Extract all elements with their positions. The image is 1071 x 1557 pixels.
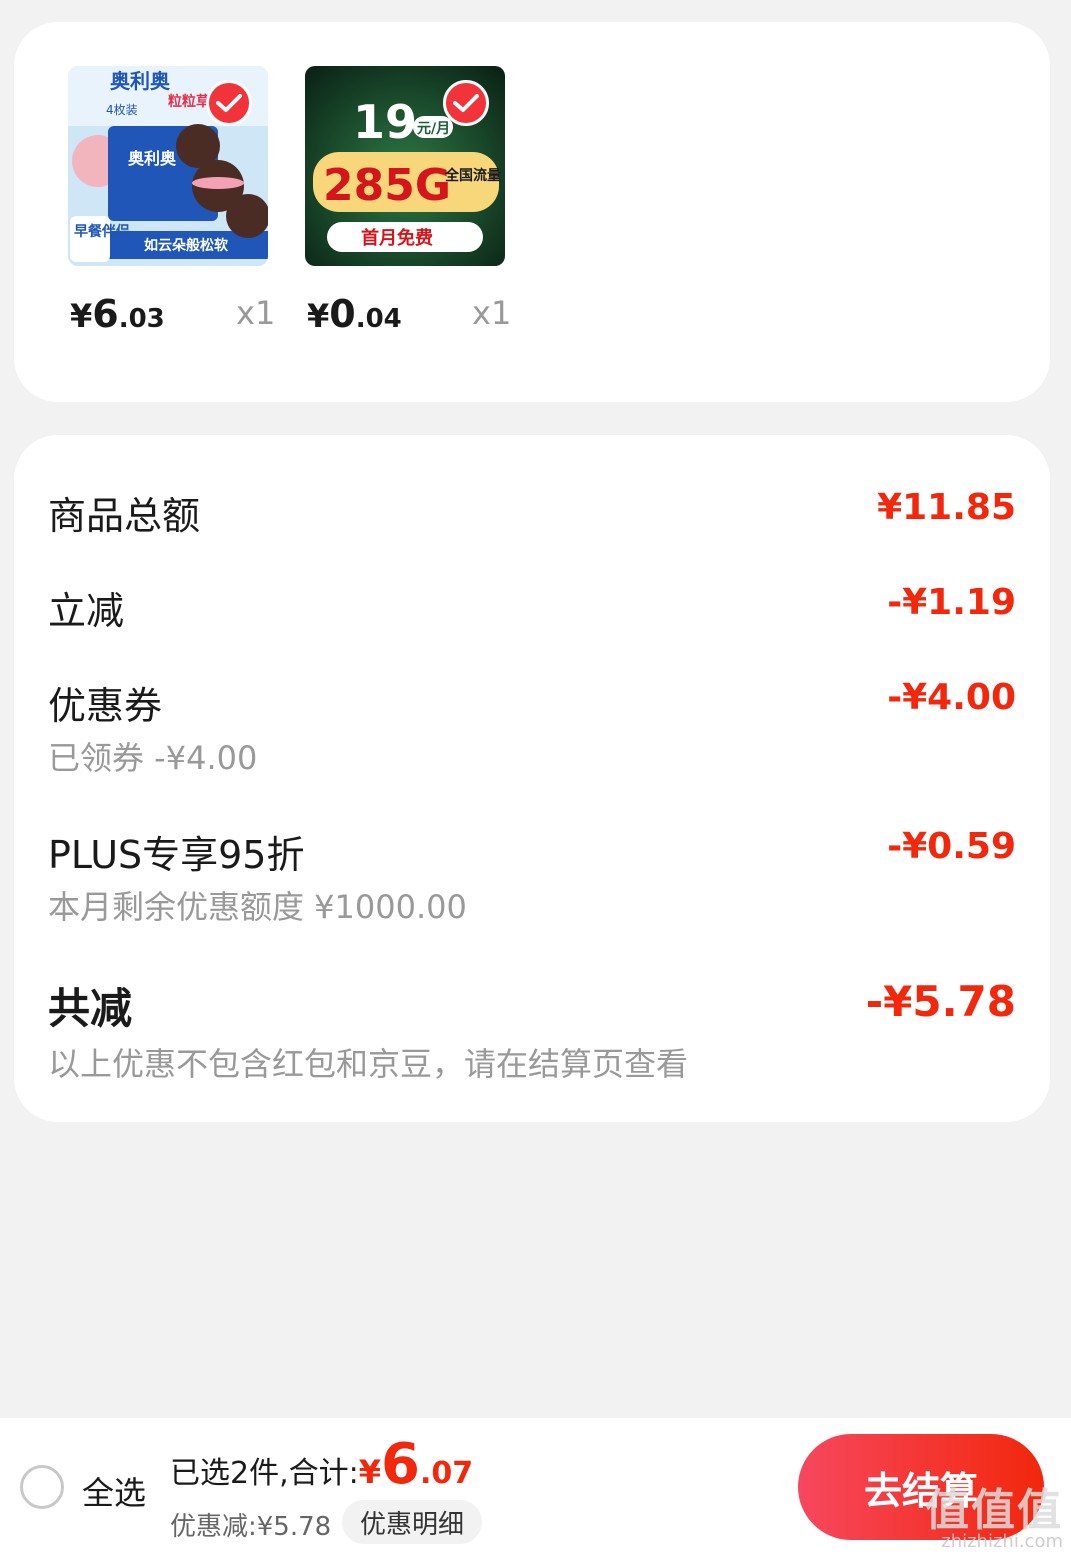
product-price: ¥6.03	[70, 292, 165, 336]
telecom-data-text: 285G	[323, 160, 451, 211]
coupon-amount: -¥4.00	[887, 677, 1016, 718]
instant-discount-label: 立减	[48, 589, 125, 633]
telecom-unit-text: 元/月	[417, 121, 450, 137]
price-summary-card: 商品总额 ¥11.85 立减 -¥1.19 优惠券 -¥4.00 已领券 -¥4…	[14, 435, 1050, 1122]
plus-discount-amount: -¥0.59	[887, 826, 1016, 867]
watermark-url: zhizhizhi.com	[941, 1531, 1063, 1552]
product-item[interactable]: 奥利奥 4枚装 粒粒草 奥利奥 早餐伴侣 如云朵般松软	[68, 66, 268, 266]
telecom-scope-text: 全国流量	[444, 167, 501, 184]
product-price: ¥0.04	[307, 292, 402, 336]
product-item[interactable]: 19 元/月 285G 全国流量 首月免费	[305, 66, 505, 266]
product-image-telecom[interactable]: 19 元/月 285G 全国流量 首月免费	[305, 66, 505, 266]
checkout-bar: 全选 已选2件,合计:¥6.07 优惠减:¥5.78 优惠明细 去结算 值值值 …	[0, 1418, 1071, 1557]
select-all-radio[interactable]	[20, 1465, 64, 1509]
telecom-promo-text: 首月免费	[361, 227, 433, 249]
selected-total: 已选2件,合计:¥6.07	[170, 1432, 474, 1497]
goods-total-label: 商品总额	[48, 494, 201, 538]
goods-total-amount: ¥11.85	[877, 487, 1016, 528]
watermark-logo: 值值值	[925, 1485, 1063, 1536]
selected-check-icon[interactable]	[443, 80, 489, 126]
oreo-brand-text: 奥利奥	[110, 69, 171, 93]
product-quantity: x1	[472, 294, 512, 332]
oreo-pack-text: 4枚装	[106, 102, 138, 117]
oreo-badge-text: 早餐伴侣	[74, 223, 130, 240]
plus-discount-label: PLUS专享95折	[48, 833, 305, 877]
discount-detail-button[interactable]: 优惠明细	[342, 1500, 482, 1544]
oreo-slogan-text: 如云朵般松软	[144, 237, 229, 254]
total-discount-note: 以上优惠不包含红包和京豆，请在结算页查看	[48, 1045, 689, 1083]
plus-discount-sub: 本月剩余优惠额度 ¥1000.00	[48, 888, 467, 926]
coupon-label: 优惠券	[48, 684, 163, 728]
oreo-flavor-text: 粒粒草	[168, 93, 210, 110]
selected-count-text: 已选2件,合计:	[170, 1456, 359, 1491]
product-image-oreo[interactable]: 奥利奥 4枚装 粒粒草 奥利奥 早餐伴侣 如云朵般松软	[68, 66, 268, 266]
discount-summary: 优惠减:¥5.78	[170, 1512, 332, 1542]
watermark: 值值值 zhizhizhi.com	[925, 1489, 1063, 1551]
total-discount-amount: -¥5.78	[865, 977, 1016, 1026]
oreo-box-brand-text: 奥利奥	[128, 149, 177, 168]
product-quantity: x1	[236, 294, 276, 332]
select-all-label[interactable]: 全选	[82, 1468, 146, 1514]
total-amount-dec: .07	[419, 1456, 474, 1491]
coupon-sub: 已领券 -¥4.00	[48, 739, 258, 777]
selected-check-icon[interactable]	[206, 80, 252, 126]
instant-discount-amount: -¥1.19	[887, 582, 1016, 623]
total-discount-label: 共减	[48, 984, 133, 1033]
telecom-price-text: 19	[353, 95, 417, 149]
selected-products-card: 奥利奥 4枚装 粒粒草 奥利奥 早餐伴侣 如云朵般松软 ¥6.03 x1 19 …	[14, 22, 1050, 402]
total-amount-int: 6	[381, 1432, 420, 1497]
